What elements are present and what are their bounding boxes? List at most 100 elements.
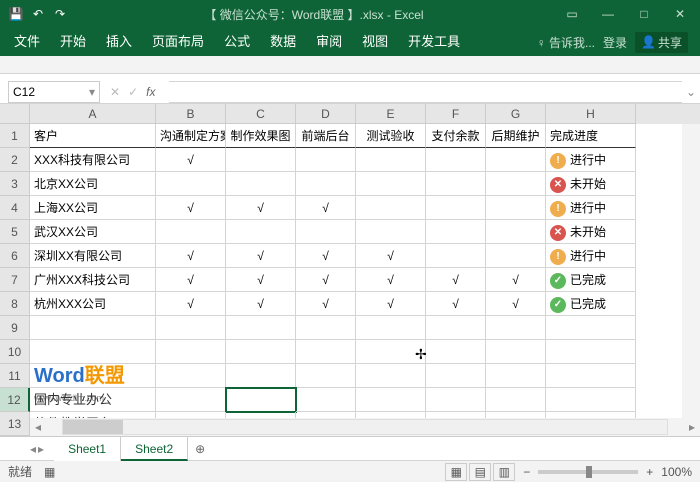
cell[interactable]	[30, 316, 156, 340]
cell[interactable]	[486, 148, 546, 172]
col-header[interactable]: G	[486, 104, 546, 124]
cell[interactable]: √	[156, 244, 226, 268]
col-header[interactable]: F	[426, 104, 486, 124]
cell[interactable]: 后期维护	[486, 124, 546, 148]
spreadsheet-grid[interactable]: A B C D E F G H 1 客户 沟通制定方案 制作效果图 前端后台 测…	[0, 104, 700, 436]
cell[interactable]	[486, 172, 546, 196]
cell[interactable]: √	[296, 292, 356, 316]
confirm-icon[interactable]: ✓	[128, 85, 138, 99]
cell[interactable]: √	[156, 292, 226, 316]
cell[interactable]: 国内专业办公	[30, 388, 156, 412]
cell[interactable]: 上海XX公司	[30, 196, 156, 220]
scrollbar-horizontal[interactable]: ◂ ▸	[30, 418, 700, 436]
cell[interactable]: √	[296, 268, 356, 292]
col-header[interactable]: E	[356, 104, 426, 124]
row-header[interactable]: 5	[0, 220, 30, 244]
col-header[interactable]: A	[30, 104, 156, 124]
cell[interactable]: √	[356, 268, 426, 292]
tab-review[interactable]: 审阅	[306, 28, 352, 56]
cell[interactable]: !进行中	[546, 148, 636, 172]
cell[interactable]: 制作效果图	[226, 124, 296, 148]
cell[interactable]: 武汉XX公司	[30, 220, 156, 244]
tab-layout[interactable]: 页面布局	[142, 28, 214, 56]
minimize-icon[interactable]: ―	[596, 4, 620, 24]
cell[interactable]: 深圳XX有限公司	[30, 244, 156, 268]
col-header[interactable]: C	[226, 104, 296, 124]
cell[interactable]	[296, 364, 356, 388]
cell[interactable]: √	[426, 292, 486, 316]
cell[interactable]	[426, 388, 486, 412]
cell[interactable]	[226, 316, 296, 340]
cell[interactable]: √	[296, 196, 356, 220]
cell[interactable]	[156, 340, 226, 364]
cell[interactable]: !进行中	[546, 244, 636, 268]
cell[interactable]: !进行中	[546, 196, 636, 220]
cell[interactable]: 前端后台	[296, 124, 356, 148]
cell[interactable]	[30, 340, 156, 364]
cell[interactable]: √	[226, 292, 296, 316]
undo-icon[interactable]: ↶	[30, 6, 46, 22]
cell[interactable]: 完成进度	[546, 124, 636, 148]
zoom-slider[interactable]	[538, 470, 638, 474]
tab-file[interactable]: 文件	[4, 28, 50, 56]
tab-formulas[interactable]: 公式	[214, 28, 260, 56]
tab-view[interactable]: 视图	[352, 28, 398, 56]
sheet-tab[interactable]: Sheet1	[54, 437, 121, 461]
fx-icon[interactable]: fx	[146, 85, 155, 99]
cell[interactable]: ✓已完成	[546, 268, 636, 292]
name-box[interactable]: C12 ▾	[8, 81, 100, 103]
cell[interactable]	[426, 172, 486, 196]
view-normal-icon[interactable]: ▦	[445, 463, 467, 481]
cell[interactable]	[226, 220, 296, 244]
tab-developer[interactable]: 开发工具	[398, 28, 470, 56]
cell[interactable]	[226, 172, 296, 196]
scroll-thumb[interactable]	[63, 420, 123, 434]
cell[interactable]: XXX科技有限公司	[30, 148, 156, 172]
login-link[interactable]: 登录	[603, 34, 627, 51]
scroll-left-icon[interactable]: ◂	[30, 419, 46, 435]
cell[interactable]	[426, 340, 486, 364]
cell[interactable]	[356, 172, 426, 196]
cell[interactable]	[356, 340, 426, 364]
row-header[interactable]: 6	[0, 244, 30, 268]
zoom-in-icon[interactable]: +	[646, 465, 653, 479]
scroll-right-icon[interactable]: ▸	[684, 419, 700, 435]
cell[interactable]	[296, 220, 356, 244]
cell[interactable]	[356, 316, 426, 340]
ribbon-options-icon[interactable]: ▭	[560, 4, 584, 24]
tab-home[interactable]: 开始	[50, 28, 96, 56]
cell[interactable]	[486, 388, 546, 412]
zoom-out-icon[interactable]: −	[523, 465, 530, 479]
tab-insert[interactable]: 插入	[96, 28, 142, 56]
col-header[interactable]: D	[296, 104, 356, 124]
row-header[interactable]: 13	[0, 412, 30, 436]
cell[interactable]: √	[426, 268, 486, 292]
formula-bar[interactable]	[169, 81, 682, 103]
cell[interactable]: √	[296, 244, 356, 268]
cell[interactable]: √	[226, 196, 296, 220]
save-icon[interactable]: 💾	[8, 6, 24, 22]
row-header[interactable]: 9	[0, 316, 30, 340]
cell[interactable]	[426, 148, 486, 172]
cell[interactable]	[486, 340, 546, 364]
row-header[interactable]: 11	[0, 364, 30, 388]
cell[interactable]: ✕未开始	[546, 172, 636, 196]
cancel-icon[interactable]: ✕	[110, 85, 120, 99]
cell[interactable]	[546, 340, 636, 364]
cell[interactable]: √	[226, 244, 296, 268]
row-header[interactable]: 8	[0, 292, 30, 316]
prev-sheet-icon[interactable]: ◂	[30, 442, 36, 456]
cell[interactable]: ✕未开始	[546, 220, 636, 244]
cell[interactable]	[356, 196, 426, 220]
cell[interactable]: √	[226, 268, 296, 292]
chevron-down-icon[interactable]: ▾	[89, 85, 95, 99]
cell[interactable]	[546, 364, 636, 388]
cell[interactable]	[226, 340, 296, 364]
cell[interactable]	[296, 340, 356, 364]
cell[interactable]	[356, 148, 426, 172]
row-header[interactable]: 3	[0, 172, 30, 196]
cell[interactable]	[296, 148, 356, 172]
cell[interactable]	[486, 244, 546, 268]
cell[interactable]	[426, 316, 486, 340]
active-cell[interactable]	[226, 388, 296, 412]
